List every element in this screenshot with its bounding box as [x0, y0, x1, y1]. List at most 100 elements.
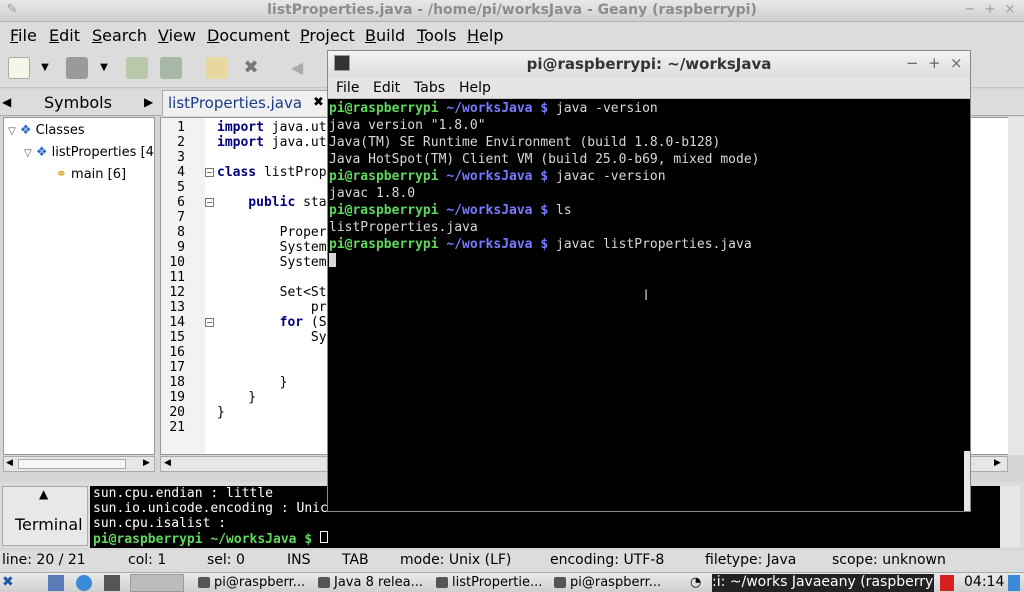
tab-listproperties[interactable]: listProperties.java ✖	[162, 90, 330, 116]
task-geany[interactable]: listPropertie...	[434, 574, 546, 592]
new-file-icon[interactable]	[8, 57, 30, 79]
scroll-thumb[interactable]	[18, 459, 126, 469]
terminal-scrollbar[interactable]	[964, 451, 970, 511]
tree-item-method[interactable]: ⚭ main [6]	[56, 165, 126, 185]
geany-window-title: listProperties.java - /home/pi/worksJava…	[267, 2, 757, 18]
term-menu-file[interactable]: File	[336, 80, 359, 96]
editor-vscrollbar[interactable]	[1008, 117, 1024, 455]
clock[interactable]: 04:14	[964, 574, 1004, 590]
logout-icon[interactable]	[1008, 575, 1020, 591]
terminal-window[interactable]: pi@raspberrypi: ~/worksJava − + × File E…	[327, 50, 971, 512]
line-number: 8	[177, 225, 185, 240]
terminal-launcher-icon[interactable]	[104, 575, 120, 591]
status-tab: TAB	[342, 552, 369, 568]
status-scope: scope: unknown	[832, 552, 946, 568]
new-dropdown-chevron-icon[interactable]: ▼	[38, 57, 52, 79]
terminal-output-line: Java HotSpot(TM) Client VM (build 25.0-b…	[329, 151, 970, 168]
terminal-output-line: Java(TM) SE Runtime Environment (build 1…	[329, 134, 970, 151]
prompt: pi@raspberrypi ~/worksJava $	[93, 532, 313, 547]
expander-icon[interactable]: ▽	[24, 148, 32, 159]
terminal-output-line: javac 1.8.0	[329, 185, 970, 202]
fold-marker-icon[interactable]: −	[205, 198, 214, 207]
message-vscrollbar[interactable]	[1000, 486, 1020, 548]
tab-scroll-up-icon[interactable]: ▲	[39, 487, 48, 501]
open-file-icon[interactable]	[66, 57, 88, 79]
code-text: sta	[295, 195, 327, 210]
menu-view[interactable]: View	[158, 26, 196, 45]
task-terminal-2[interactable]: pi@raspberr...	[552, 574, 664, 592]
keyword: for	[217, 315, 304, 330]
navigate-back-icon[interactable]: ◀	[286, 57, 308, 79]
mouse-ibeam-icon: I	[644, 288, 649, 304]
sidebar-prev-icon[interactable]: ◀	[2, 95, 11, 109]
line-number: 11	[169, 270, 185, 285]
revert-icon[interactable]	[206, 57, 228, 79]
maximize-icon[interactable]: +	[928, 54, 941, 72]
terminal-command-line: pi@raspberrypi ~/worksJava $ javac listP…	[329, 236, 970, 253]
line-number: 15	[169, 330, 185, 345]
sidebar-next-icon[interactable]: ▶	[144, 95, 153, 109]
close-icon[interactable]: ×	[1002, 2, 1018, 18]
start-menu-icon[interactable]: ✖︎	[2, 574, 40, 592]
desktop-pager[interactable]	[130, 574, 184, 592]
menu-project[interactable]: Project	[300, 26, 355, 45]
term-menu-edit[interactable]: Edit	[373, 80, 400, 96]
active-title-part-2: eany (raspberrypi)	[821, 574, 934, 590]
browser-icon[interactable]	[76, 575, 92, 591]
tree-item-class[interactable]: ▽ ❖ listProperties [4	[24, 143, 154, 163]
menu-edit[interactable]: Edit	[49, 26, 80, 45]
scroll-right-icon[interactable]: ▶	[994, 458, 1001, 468]
output-text: java version "1.8.0"	[329, 118, 486, 133]
command-text: java -version	[548, 101, 658, 116]
minimize-icon[interactable]: −	[906, 54, 919, 72]
open-dropdown-chevron-icon[interactable]: ▼	[97, 57, 111, 79]
fold-marker-icon[interactable]: −	[205, 318, 214, 327]
terminal-titlebar[interactable]: pi@raspberrypi: ~/worksJava − + ×	[328, 51, 970, 77]
line-number: 7	[177, 210, 185, 225]
line-number: 17	[169, 360, 185, 375]
fold-marker-icon[interactable]: −	[205, 168, 214, 177]
code-text: (S	[303, 315, 327, 330]
line-number: 10	[169, 255, 185, 270]
close-icon[interactable]: ×	[950, 54, 963, 72]
terminal-output[interactable]: pi@raspberrypi ~/worksJava $ java -versi…	[328, 100, 970, 510]
status-col: col: 1	[128, 552, 167, 568]
scroll-right-icon[interactable]: ▶	[143, 458, 150, 468]
expander-icon[interactable]: ▽	[8, 126, 16, 137]
save-icon[interactable]	[126, 57, 148, 79]
tab-close-icon[interactable]: ✖	[313, 95, 324, 110]
task-browser[interactable]: Java 8 relea...	[316, 574, 428, 592]
term-menu-help[interactable]: Help	[459, 80, 491, 96]
line-number: 2	[177, 135, 185, 150]
code-text: listProp	[256, 165, 327, 180]
menu-file[interactable]: File	[10, 26, 37, 45]
output-text: Java(TM) SE Runtime Environment (build 1…	[329, 135, 721, 150]
geany-titlebar[interactable]: ✎ listProperties.java - /home/pi/worksJa…	[0, 0, 1024, 22]
task-terminal-1[interactable]: pi@raspberr...	[196, 574, 306, 592]
menu-help[interactable]: Help	[467, 26, 503, 45]
prompt-user: pi@raspberrypi	[329, 237, 439, 252]
tree-item-classes[interactable]: ▽ ❖ Classes	[8, 121, 85, 141]
save-all-icon[interactable]	[160, 57, 182, 79]
wifi-icon[interactable]: ◔	[690, 575, 701, 590]
sidebar-hscrollbar[interactable]: ◀ ▶	[3, 456, 155, 472]
taskbar: ✖︎ pi@raspberr... Java 8 relea... listPr…	[0, 572, 1024, 592]
tab-symbols[interactable]: Symbols	[44, 93, 112, 112]
status-filetype: filetype: Java	[705, 552, 797, 568]
scroll-left-icon[interactable]: ◀	[164, 458, 171, 468]
terminal-output-line: java version "1.8.0"	[329, 117, 970, 134]
terminal-output-line: sun.cpu.isalist :	[93, 516, 227, 531]
menu-tools[interactable]: Tools	[417, 26, 456, 45]
menu-build[interactable]: Build	[365, 26, 405, 45]
menu-document[interactable]: Document	[207, 26, 290, 45]
term-menu-tabs[interactable]: Tabs	[414, 80, 445, 96]
file-manager-icon[interactable]	[48, 575, 64, 591]
minimize-icon[interactable]: −	[962, 2, 978, 18]
cursor	[329, 253, 336, 267]
menu-search[interactable]: Search	[92, 26, 147, 45]
close-file-icon[interactable]: ✖	[240, 57, 262, 79]
scroll-left-icon[interactable]: ◀	[6, 458, 13, 468]
tab-terminal[interactable]: ▲ Terminal	[2, 486, 88, 546]
terminal-command-line: pi@raspberrypi ~/worksJava $ javac -vers…	[329, 168, 970, 185]
maximize-icon[interactable]: +	[982, 2, 998, 18]
